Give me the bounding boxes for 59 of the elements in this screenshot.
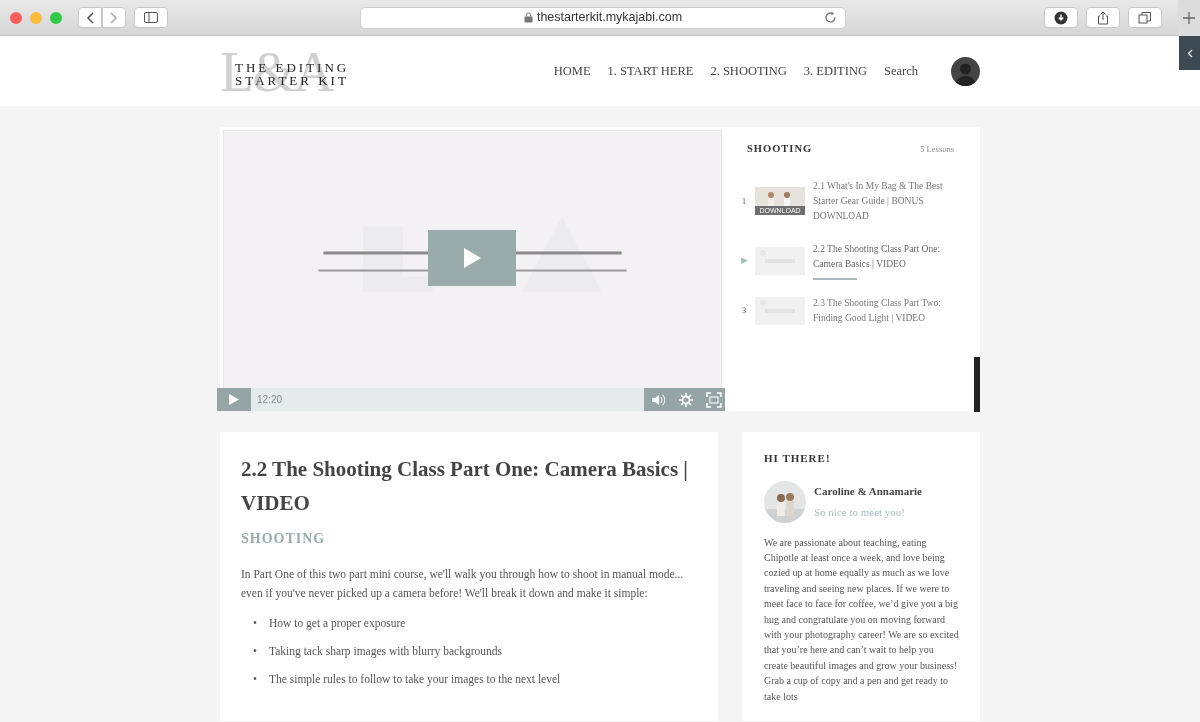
play-button[interactable] <box>217 388 251 411</box>
tabs-icon <box>1138 10 1152 25</box>
address-bar[interactable]: thestarterkit.mykajabi.com <box>360 6 846 29</box>
lesson-title: 2.2 The Shooting Class Part One: Camera Basics | VIDEO <box>813 242 942 271</box>
bullet-icon: • <box>253 671 269 688</box>
forward-icon <box>110 11 118 24</box>
nav-link[interactable]: 3. EDITING <box>803 61 867 81</box>
progress-line <box>813 277 857 280</box>
share-icon <box>1096 10 1110 25</box>
lesson-item[interactable]: 3 2.3 The Shooting Class Part Two: Finding Good Light | VIDEO <box>733 295 954 326</box>
nav-link[interactable]: 2. SHOOTING <box>710 61 787 81</box>
author-tagline: So nice to meet you! <box>814 504 907 520</box>
video-time: 12:20 <box>256 393 283 407</box>
lesson-number: ▶ <box>739 254 749 268</box>
scrollbar-thumb <box>974 357 980 412</box>
about-paragraph: We are passionate about teaching, eating Chipotle at least once a week, and love being cozied up at home equally as much as we love traveling and seeing new places. If we were to meet face to face for coffee, we’d give you a big hug and congratulate you on moving forward with your photography career! We are so excited that you’re here and can’t wait to help you create beautiful images and grow your business! Grab a cup of copy and a pen and get ready to take lots <box>764 535 960 704</box>
reload-icon[interactable] <box>824 10 837 24</box>
lesson-item[interactable]: ▶ 2.2 The Shooting Class Part One: Camera Basics | VIDEO <box>733 241 954 280</box>
settings-icon <box>678 391 694 408</box>
fullscreen-icon <box>706 391 722 408</box>
sidebar-icon <box>144 12 158 23</box>
user-avatar[interactable] <box>951 56 980 86</box>
bullet-icon: • <box>253 615 269 632</box>
plus-icon <box>1183 12 1195 24</box>
nav-link[interactable]: 1. START HERE <box>607 61 694 81</box>
chevron-left-icon <box>1186 48 1193 58</box>
download-button[interactable] <box>1044 7 1078 28</box>
lock-icon <box>523 12 533 23</box>
bullet-item: Taking tack sharp images with blurry backgrounds <box>269 645 502 657</box>
author-name: Caroline & Annamarie <box>814 484 922 499</box>
bullet-item: How to get a proper exposure <box>269 617 406 629</box>
side-panel-toggle[interactable] <box>1179 36 1200 70</box>
section-title: HI THERE! <box>764 451 832 466</box>
nav-link[interactable]: Search <box>884 61 918 81</box>
window-control-icon[interactable] <box>10 11 22 24</box>
lesson-title: 2.1 What's In My Bag & The Best Starter Gear Guide | BONUS DOWNLOAD <box>813 179 944 223</box>
bullet-icon: • <box>253 643 269 660</box>
section-title: SHOOTING <box>747 142 813 156</box>
back-icon <box>86 11 94 24</box>
back-button[interactable] <box>78 7 102 28</box>
sidebar-button[interactable] <box>134 7 168 28</box>
play-icon <box>229 394 239 405</box>
nav-link[interactable]: HOME <box>553 61 591 81</box>
lesson-count: 5 Lessons <box>920 142 954 156</box>
lesson-number: 3 <box>740 304 748 318</box>
play-button[interactable] <box>428 230 516 286</box>
bullet-item: The simple rules to follow to take your images to the next level <box>269 673 561 685</box>
lesson-title: 2.3 The Shooting Class Part Two: Finding Good Light | VIDEO <box>813 296 942 325</box>
forward-button[interactable] <box>102 7 126 28</box>
play-icon <box>462 247 482 269</box>
category-label: SHOOTING <box>241 530 327 548</box>
window-control-icon[interactable] <box>50 11 62 24</box>
new-tab-button[interactable] <box>1178 0 1200 36</box>
article-title: 2.2 The Shooting Class Part One: Camera Basics | VIDEO <box>241 456 689 517</box>
lesson-number: 1 <box>740 194 748 208</box>
share-button[interactable] <box>1086 7 1120 28</box>
article-paragraph: In Part One of this two part mini course, we'll walk you through how to shoot in manual mode... even if you've never picked up a camera before! We'll break it down and make it simple: <box>241 567 685 602</box>
download-icon <box>1054 10 1068 25</box>
tabs-button[interactable] <box>1128 7 1162 28</box>
